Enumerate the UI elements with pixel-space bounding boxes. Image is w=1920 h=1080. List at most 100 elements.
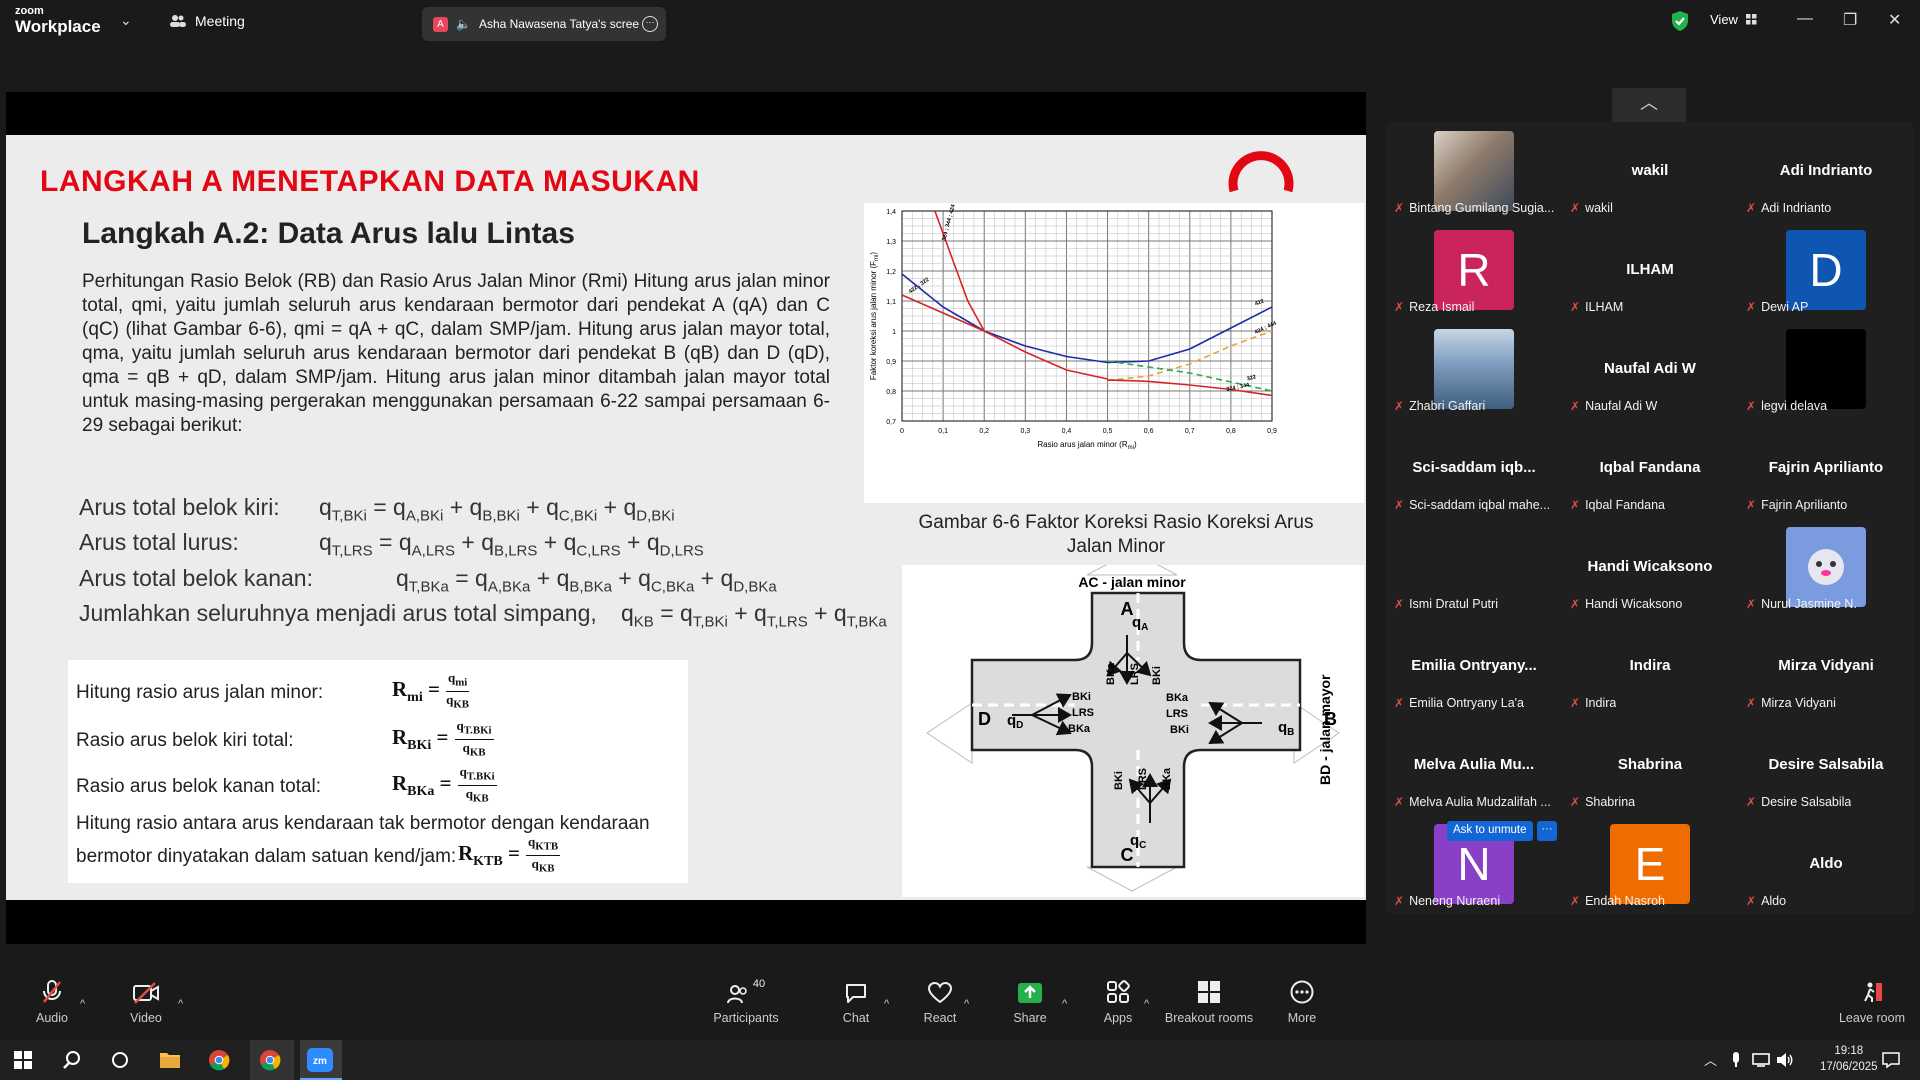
ask-to-unmute-button[interactable]: Ask to unmute — [1447, 821, 1533, 841]
tray-chevron-icon[interactable]: ︿ — [1704, 1050, 1717, 1069]
svg-text:LRS: LRS — [1129, 663, 1141, 685]
apps-button[interactable]: Apps — [1100, 970, 1136, 1040]
apps-icon — [1107, 980, 1130, 1003]
participant-tile[interactable]: Naufal Adi W ✗ Naufal Adi W — [1562, 320, 1738, 419]
participant-label: ✗ Fajrin Aprilianto — [1746, 498, 1848, 512]
clock[interactable]: 19:18 17/06/2025 — [1820, 1043, 1878, 1075]
file-explorer-icon[interactable] — [159, 1050, 181, 1070]
participant-tile[interactable]: R ✗ Reza Ismail — [1386, 221, 1562, 320]
restore-icon[interactable]: ❐ — [1843, 10, 1857, 30]
muted-mic-icon: ✗ — [1746, 597, 1757, 611]
zoom-app-icon[interactable]: zm — [307, 1048, 333, 1072]
chart-svg: 0 0,1 0,2 0,3 0,4 0,5 0,6 0,7 0,8 0,9 0,7 0,8 0,9 1 1,… — [869, 189, 1278, 451]
participant-label: ✗ Indira — [1570, 696, 1617, 710]
ktb-text-1: Hitung rasio antara arus kendaraan tak b… — [76, 813, 650, 834]
view-button[interactable]: View — [1710, 12, 1757, 27]
participant-label: ✗ Sci-saddam iqbal mahe... — [1394, 498, 1551, 512]
participant-name: Indira — [1629, 657, 1671, 674]
participant-tile[interactable]: ✗ Nurul Jasmine N. — [1738, 518, 1914, 617]
cortana-icon[interactable] — [111, 1051, 129, 1069]
search-icon[interactable] — [62, 1050, 82, 1070]
windows-taskbar: zm ︿ 19:18 17/06/2025 — [0, 1040, 1920, 1080]
participant-tile[interactable]: Melva Aulia Mu... ✗ Melva Aulia Mudzalifah… — [1386, 716, 1562, 815]
y-tick-label: 1,1 — [886, 299, 896, 306]
x-tick-label: 0,8 — [1226, 428, 1236, 435]
more-options-icon[interactable]: ··· — [642, 16, 658, 32]
participant-tile[interactable]: Mirza Vidyani ✗ Mirza Vidyani — [1738, 617, 1914, 716]
participant-tile[interactable]: Emilia Ontryany... ✗ Emilia Ontryany La'a — [1386, 617, 1562, 716]
chrome-profile-icon[interactable] — [259, 1049, 281, 1071]
participant-name: wakil — [1631, 162, 1669, 179]
meeting-tab[interactable]: Meeting — [170, 13, 245, 29]
react-button[interactable]: React — [920, 970, 960, 1040]
participant-tile[interactable]: Desire Salsabila ✗ Desire Salsabila — [1738, 716, 1914, 815]
chat-button[interactable]: Chat — [836, 970, 876, 1040]
participants-icon — [726, 985, 747, 1004]
notification-icon[interactable] — [1882, 1051, 1900, 1069]
participant-tile[interactable]: Iqbal Fandana ✗ Iqbal Fandana — [1562, 419, 1738, 518]
audio-button[interactable]: Audio — [30, 970, 74, 1040]
svg-text:LRS: LRS — [1166, 708, 1188, 720]
participant-tile[interactable]: Adi Indrianto ✗ Adi Indrianto — [1738, 122, 1914, 221]
windows-start-icon[interactable] — [14, 1051, 32, 1069]
close-icon[interactable]: ✕ — [1888, 10, 1901, 30]
figure-caption: Gambar 6-6 Faktor Koreksi Rasio Koreksi … — [918, 512, 1314, 557]
series-label: 322 — [1246, 374, 1256, 382]
participant-tile[interactable]: D ✗ Dewi AP — [1738, 221, 1914, 320]
participant-tile[interactable]: ✗ Ismi Dratul Putri — [1386, 518, 1562, 617]
muted-mic-icon: ✗ — [1394, 201, 1405, 215]
participant-name: Naufal Adi W — [1604, 360, 1696, 377]
muted-mic-icon: ✗ — [1570, 300, 1581, 314]
video-button[interactable]: Video — [124, 970, 168, 1040]
participant-tile[interactable]: ILHAM ✗ ILHAM — [1562, 221, 1738, 320]
audio-options-caret-icon[interactable]: ^ — [80, 998, 85, 1010]
y-tick-label: 0,9 — [886, 359, 896, 366]
y-axis-label: Faktor koreksi arus jalan minor (Fmi) — [869, 252, 880, 381]
participant-label: ✗ Endah Nasroh — [1570, 894, 1665, 908]
share-options-caret-icon[interactable]: ^ — [1062, 998, 1067, 1010]
participant-label: ✗ legvi delava — [1746, 399, 1828, 413]
participant-tile[interactable]: Handi Wicaksono ✗ Handi Wicaksono — [1562, 518, 1738, 617]
participants-button[interactable]: 40 Participants — [712, 970, 780, 1040]
mic-tray-icon[interactable] — [1730, 1051, 1742, 1069]
apps-options-caret-icon[interactable]: ^ — [1144, 998, 1149, 1010]
avatar — [1786, 527, 1866, 607]
screen-share-tab[interactable]: A 🔈 Asha Nawasena Tatya's scree ··· — [422, 7, 666, 41]
participant-tile[interactable]: E ✗ Endah Nasroh — [1562, 815, 1738, 914]
participant-tile[interactable]: ✗ legvi delava — [1738, 320, 1914, 419]
react-options-caret-icon[interactable]: ^ — [964, 998, 969, 1010]
formula-rbki: RBKi = qT.BKi qKB — [392, 718, 494, 759]
participant-tile[interactable]: Shabrina ✗ Shabrina — [1562, 716, 1738, 815]
x-tick-label: 0,1 — [938, 428, 948, 435]
share-button[interactable]: Share — [1010, 970, 1050, 1040]
y-tick-label: 0,7 — [886, 419, 896, 426]
volume-icon[interactable] — [1776, 1051, 1794, 1069]
series-label: 422 — [1254, 299, 1265, 308]
participant-name: Aldo — [1809, 855, 1843, 872]
tile-more-button[interactable]: ··· — [1537, 821, 1557, 841]
chevron-down-icon[interactable]: ⌄ — [120, 12, 132, 29]
chrome-icon[interactable] — [208, 1049, 230, 1071]
muted-mic-icon: ✗ — [1394, 300, 1405, 314]
security-shield-icon[interactable] — [1670, 10, 1690, 32]
participant-tile[interactable]: Sci-saddam iqb... ✗ Sci-saddam iqbal mahe.… — [1386, 419, 1562, 518]
participant-tile[interactable]: Aldo ✗ Aldo — [1738, 815, 1914, 914]
participant-tile[interactable]: Fajrin Aprilianto ✗ Fajrin Aprilianto — [1738, 419, 1914, 518]
muted-mic-icon: ✗ — [1570, 795, 1581, 809]
collapse-panel-button[interactable]: ︿ — [1612, 88, 1686, 122]
participant-tile[interactable]: ✗ Bintang Gumilang Sugia... — [1386, 122, 1562, 221]
muted-mic-icon: ✗ — [1570, 597, 1581, 611]
participant-tile[interactable]: Indira ✗ Indira — [1562, 617, 1738, 716]
participant-label: ✗ Ismi Dratul Putri — [1394, 597, 1498, 611]
minimize-icon[interactable]: — — [1797, 10, 1813, 28]
network-icon[interactable] — [1752, 1052, 1770, 1068]
leave-room-button[interactable]: Leave room — [1834, 970, 1910, 1040]
breakout-rooms-button[interactable]: Breakout rooms — [1164, 970, 1254, 1040]
participant-tile[interactable]: wakil ✗ wakil — [1562, 122, 1738, 221]
correction-factor-chart: 0 0,1 0,2 0,3 0,4 0,5 0,6 0,7 0,8 0,9 0,7 0,8 0,9 1 1,… — [864, 189, 1364, 503]
video-options-caret-icon[interactable]: ^ — [178, 998, 183, 1010]
participant-name: Handi Wicaksono — [1587, 558, 1713, 575]
participant-tile[interactable]: ✗ Zhabri Gaffari — [1386, 320, 1562, 419]
chat-options-caret-icon[interactable]: ^ — [884, 998, 889, 1010]
more-button[interactable]: More — [1282, 970, 1322, 1040]
